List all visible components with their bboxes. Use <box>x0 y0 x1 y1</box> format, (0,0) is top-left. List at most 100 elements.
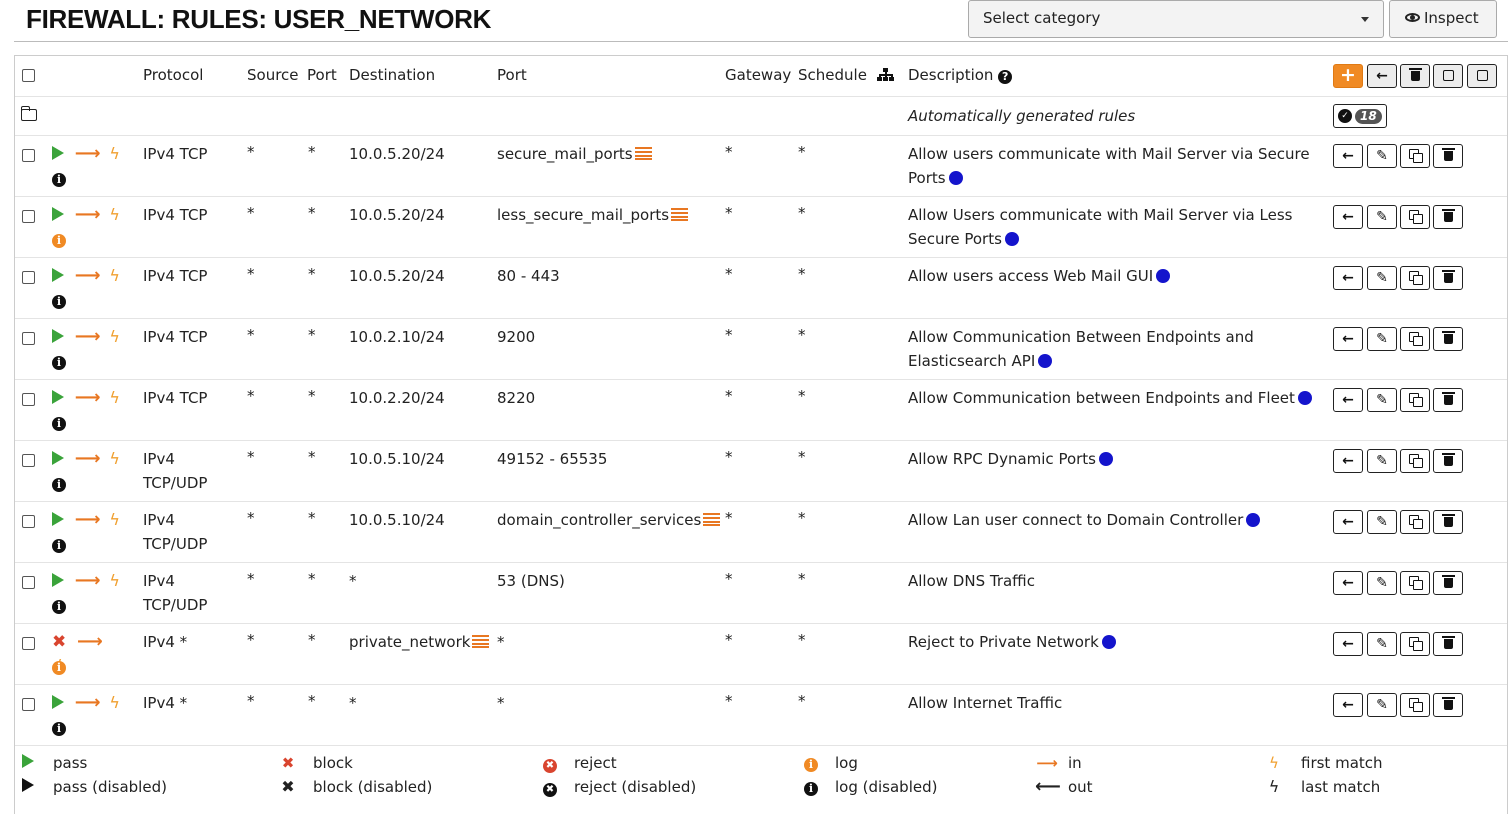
pass-icon[interactable] <box>52 451 64 465</box>
trash-icon <box>1441 331 1455 344</box>
table-row[interactable]: ⟶ ϟ i IPv4 TCP/UDP * * * 53 (DNS) * * Allow DNS T… <box>15 563 1507 624</box>
edit-rule-button[interactable]: ✎ <box>1367 388 1397 412</box>
block-icon[interactable]: ✖ <box>52 632 66 652</box>
edit-rule-button[interactable]: ✎ <box>1367 266 1397 290</box>
clone-rule-button[interactable] <box>1400 388 1430 412</box>
row-checkbox[interactable] <box>22 454 35 467</box>
category-select[interactable]: Select category <box>968 0 1384 38</box>
col-gateway: Gateway <box>725 66 792 84</box>
delete-selected-button[interactable] <box>1400 64 1430 88</box>
edit-rule-button[interactable]: ✎ <box>1367 632 1397 656</box>
delete-rule-button[interactable] <box>1433 144 1463 168</box>
move-rules-button[interactable]: ← <box>1367 64 1397 88</box>
info-icon[interactable]: i <box>52 539 66 553</box>
edit-rule-button[interactable]: ✎ <box>1367 449 1397 473</box>
add-rule-button[interactable]: + <box>1333 64 1363 88</box>
delete-rule-button[interactable] <box>1433 693 1463 717</box>
table-row[interactable]: ⟶ ϟ i IPv4 TCP * * 10.0.2.20/24 8220 * * Allow Co… <box>15 380 1507 441</box>
info-icon[interactable]: i <box>52 173 66 187</box>
help-icon[interactable]: ? <box>998 70 1013 84</box>
delete-rule-button[interactable] <box>1433 327 1463 351</box>
clone-rule-button[interactable] <box>1400 571 1430 595</box>
move-before-button[interactable]: ← <box>1333 632 1363 656</box>
clone-rule-button[interactable] <box>1400 327 1430 351</box>
rule-destination: 10.0.5.20/24 <box>349 145 445 163</box>
edit-rule-button[interactable]: ✎ <box>1367 571 1397 595</box>
delete-rule-button[interactable] <box>1433 449 1463 473</box>
inspect-button[interactable]: Inspect <box>1389 0 1497 38</box>
clone-rule-button[interactable] <box>1400 632 1430 656</box>
pass-icon[interactable] <box>52 390 64 404</box>
edit-rule-button[interactable]: ✎ <box>1367 205 1397 229</box>
alias-list-icon[interactable] <box>634 147 652 160</box>
move-before-button[interactable]: ← <box>1333 266 1363 290</box>
info-icon[interactable]: i <box>52 295 66 309</box>
row-checkbox[interactable] <box>22 698 35 711</box>
pass-icon[interactable] <box>52 207 64 221</box>
row-checkbox[interactable] <box>22 332 35 345</box>
enable-selected-button[interactable] <box>1433 64 1463 88</box>
move-before-button[interactable]: ← <box>1333 144 1363 168</box>
delete-rule-button[interactable] <box>1433 632 1463 656</box>
alias-list-icon[interactable] <box>671 208 689 221</box>
pass-icon[interactable] <box>52 329 64 343</box>
edit-rule-button[interactable]: ✎ <box>1367 327 1397 351</box>
row-checkbox[interactable] <box>22 210 35 223</box>
move-before-button[interactable]: ← <box>1333 510 1363 534</box>
move-before-button[interactable]: ← <box>1333 571 1363 595</box>
pass-icon[interactable] <box>52 512 64 526</box>
clone-rule-button[interactable] <box>1400 693 1430 717</box>
move-before-button[interactable]: ← <box>1333 327 1363 351</box>
table-row[interactable]: ⟶ ϟ i IPv4 TCP/UDP * * 10.0.5.10/24 49152 - 65… <box>15 441 1507 502</box>
info-icon[interactable]: i <box>52 356 66 370</box>
move-before-button[interactable]: ← <box>1333 205 1363 229</box>
row-checkbox[interactable] <box>22 393 35 406</box>
table-row[interactable]: ⟶ ϟ i IPv4 TCP * * 10.0.5.20/24 80 - 443 * * Allo… <box>15 258 1507 319</box>
move-before-button[interactable]: ← <box>1333 693 1363 717</box>
delete-rule-button[interactable] <box>1433 571 1463 595</box>
table-row[interactable]: ⟶ ϟ i IPv4 TCP/UDP * * 10.0.5.10/24 domain_con… <box>15 502 1507 563</box>
table-row[interactable]: ⟶ ϟ i IPv4 TCP * * 10.0.5.20/24 less_secure_ma… <box>15 197 1507 258</box>
auto-rules-toggle[interactable]: ✓ 18 <box>1333 104 1387 128</box>
info-icon[interactable]: i <box>52 478 66 492</box>
table-row[interactable]: ⟶ ϟ i IPv4 TCP * * 10.0.5.20/24 secure_mail_po… <box>15 136 1507 197</box>
row-checkbox[interactable] <box>22 149 35 162</box>
delete-rule-button[interactable] <box>1433 266 1463 290</box>
edit-rule-button[interactable]: ✎ <box>1367 510 1397 534</box>
clone-rule-button[interactable] <box>1400 510 1430 534</box>
edit-rule-button[interactable]: ✎ <box>1367 693 1397 717</box>
info-icon[interactable]: i <box>52 600 66 614</box>
table-row[interactable]: ⟶ ϟ i IPv4 * * * * * * * Allow Internet Traffic ← ✎ <box>15 685 1507 746</box>
row-checkbox[interactable] <box>22 515 35 528</box>
delete-rule-button[interactable] <box>1433 205 1463 229</box>
clone-rule-button[interactable] <box>1400 449 1430 473</box>
table-row[interactable]: ✖ ⟶ ϟiIPv4 ***private_network***Reject t… <box>15 624 1507 685</box>
alias-list-icon[interactable] <box>703 513 721 526</box>
select-all-checkbox[interactable] <box>22 69 35 82</box>
log-icon[interactable]: i <box>52 661 66 675</box>
row-checkbox[interactable] <box>22 271 35 284</box>
info-icon[interactable]: i <box>52 417 66 431</box>
move-before-button[interactable]: ← <box>1333 388 1363 412</box>
log-icon[interactable]: i <box>52 234 66 248</box>
trash-icon <box>1408 68 1422 81</box>
edit-rule-button[interactable]: ✎ <box>1367 144 1397 168</box>
pass-icon[interactable] <box>52 695 64 709</box>
clone-rule-button[interactable] <box>1400 266 1430 290</box>
table-row[interactable]: ⟶ ϟ i IPv4 TCP * * 10.0.2.10/24 9200 * * Allow Co… <box>15 319 1507 380</box>
pass-icon[interactable] <box>52 146 64 160</box>
legend-pass-disabled: pass (disabled) <box>53 778 167 796</box>
row-checkbox[interactable] <box>22 576 35 589</box>
delete-rule-button[interactable] <box>1433 510 1463 534</box>
pass-icon[interactable] <box>52 573 64 587</box>
alias-list-icon[interactable] <box>472 635 490 648</box>
clone-rule-button[interactable] <box>1400 205 1430 229</box>
delete-rule-button[interactable] <box>1433 388 1463 412</box>
row-checkbox[interactable] <box>22 637 35 650</box>
move-before-button[interactable]: ← <box>1333 449 1363 473</box>
pass-icon[interactable] <box>52 268 64 282</box>
info-icon[interactable]: i <box>52 722 66 736</box>
auto-rules-row[interactable]: Automatically generated rules ✓ 18 <box>15 97 1507 136</box>
disable-selected-button[interactable] <box>1467 64 1497 88</box>
clone-rule-button[interactable] <box>1400 144 1430 168</box>
